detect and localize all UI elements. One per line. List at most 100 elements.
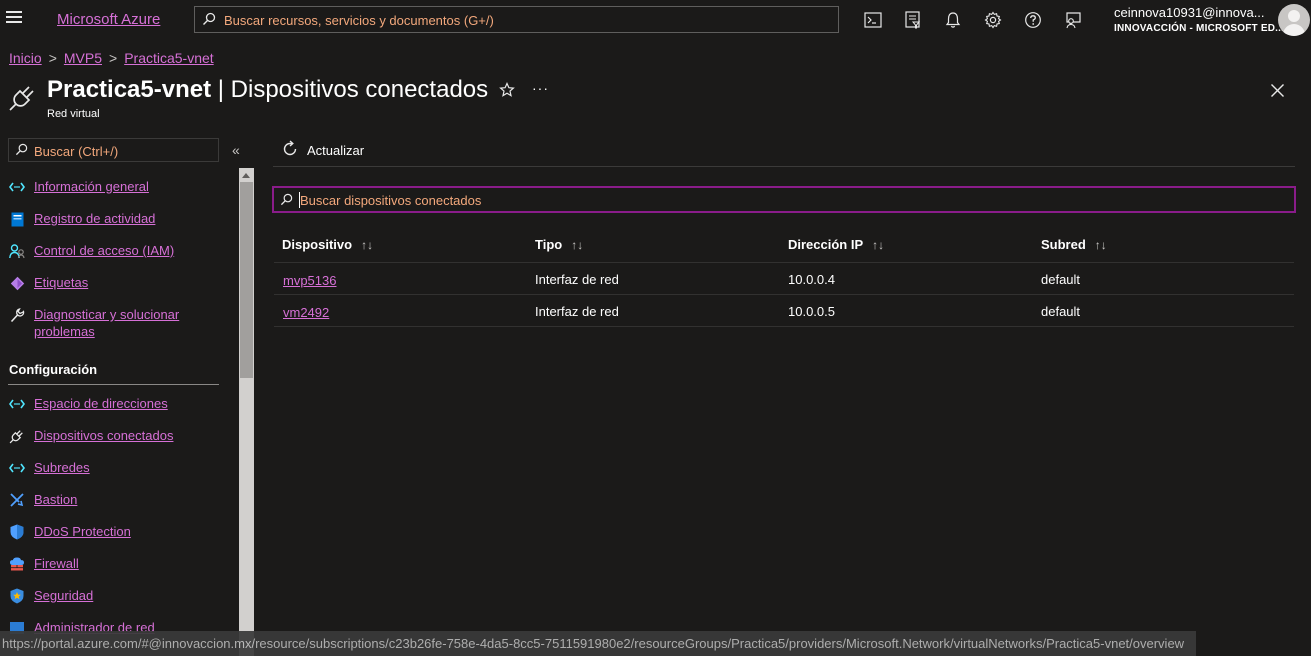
cloud-shell-icon[interactable] <box>862 10 884 30</box>
sidebar-item-address-space[interactable]: Espacio de direcciones <box>8 395 209 412</box>
column-header-type[interactable]: Tipo ↑↓ <box>535 237 583 252</box>
resource-type: Red virtual <box>47 108 100 120</box>
breadcrumb-mvp5[interactable]: MVP5 <box>64 50 102 66</box>
directory-filter-icon[interactable] <box>902 10 924 30</box>
breadcrumb: Inicio > MVP5 > Practica5-vnet <box>9 50 214 66</box>
wrench-icon <box>8 307 26 323</box>
sidebar-item-label: Subredes <box>34 460 90 475</box>
column-header-label: Subred <box>1041 237 1086 252</box>
column-header-label: Dispositivo <box>282 237 353 252</box>
menu-icon[interactable] <box>6 11 22 27</box>
sidebar-item-firewall[interactable]: Firewall <box>8 555 209 572</box>
breadcrumb-home[interactable]: Inicio <box>9 50 42 66</box>
sort-icon[interactable]: ↑↓ <box>361 238 373 252</box>
search-icon <box>280 193 293 209</box>
sidebar-item-label: Control de acceso (IAM) <box>34 243 175 258</box>
help-icon[interactable] <box>1022 10 1044 30</box>
feedback-icon[interactable] <box>1062 10 1084 30</box>
sidebar-item-label: DDoS Protection <box>34 524 131 539</box>
device-type: Interfaz de red <box>535 304 619 319</box>
sidebar-item-connected-devices[interactable]: Dispositivos conectados <box>8 427 209 444</box>
sidebar-item-subnets[interactable]: Subredes <box>8 459 209 476</box>
sidebar-item-label: Diagnosticar y solucionar problemas <box>34 307 180 339</box>
sort-icon[interactable]: ↑↓ <box>571 238 583 252</box>
sidebar-item-label: Dispositivos conectados <box>34 428 174 443</box>
sidebar-item-tags[interactable]: Etiquetas <box>8 274 209 291</box>
sort-icon[interactable]: ↑↓ <box>1095 238 1107 252</box>
address-space-icon <box>8 396 26 412</box>
refresh-button[interactable]: Actualizar <box>281 140 364 161</box>
plug-icon <box>8 82 38 115</box>
user-org: INNOVACCIÓN - MICROSOFT ED... <box>1114 23 1285 34</box>
iam-icon <box>8 243 26 259</box>
row-divider <box>274 326 1294 327</box>
sidebar-item-bastion[interactable]: Bastion <box>8 491 209 508</box>
activity-log-icon <box>8 211 26 227</box>
sidebar-item-activity-log[interactable]: Registro de actividad <box>8 210 209 227</box>
close-icon[interactable] <box>1270 83 1285 101</box>
section-divider <box>8 384 219 385</box>
bastion-icon <box>8 492 26 508</box>
column-header-device[interactable]: Dispositivo ↑↓ <box>282 237 373 252</box>
sidebar-item-security[interactable]: Seguridad <box>8 587 209 604</box>
menu-scrollbar[interactable] <box>239 168 254 656</box>
refresh-icon <box>281 140 299 161</box>
sidebar-item-iam[interactable]: Control de acceso (IAM) <box>8 242 209 259</box>
notifications-icon[interactable] <box>942 10 964 30</box>
row-divider <box>274 294 1294 295</box>
tag-icon <box>8 275 26 291</box>
account-menu[interactable]: ceinnova10931@innova... INNOVACCIÓN - MI… <box>1114 5 1285 34</box>
top-bar: Microsoft Azure Buscar recursos, servici… <box>0 0 1311 40</box>
menu-search-placeholder: Buscar (Ctrl+/) <box>34 144 119 159</box>
column-header-ip[interactable]: Dirección IP ↑↓ <box>788 237 884 252</box>
settings-icon[interactable] <box>982 10 1004 30</box>
global-search-placeholder: Buscar recursos, servicios y documentos … <box>224 13 494 28</box>
menu-search-input[interactable]: Buscar (Ctrl+/) <box>8 138 219 162</box>
devices-search-input[interactable]: Buscar dispositivos conectados <box>272 186 1296 213</box>
avatar[interactable] <box>1278 4 1310 36</box>
subnets-icon <box>8 460 26 476</box>
search-icon <box>202 12 216 29</box>
chevron-right-icon: > <box>109 50 118 66</box>
blade-name: Dispositivos conectados <box>230 76 489 103</box>
sidebar-item-label: Firewall <box>34 556 79 571</box>
sidebar-item-diagnose[interactable]: Diagnosticar y solucionar problemas <box>8 306 209 340</box>
scrollbar-thumb[interactable] <box>240 182 253 378</box>
collapse-menu-button[interactable]: « <box>232 142 240 158</box>
device-type: Interfaz de red <box>535 272 619 287</box>
link-status-bar: https://portal.azure.com/#@innovaccion.m… <box>0 631 1196 656</box>
resource-name: Practica5-vnet <box>47 76 212 103</box>
chevron-right-icon: > <box>48 50 57 66</box>
breadcrumb-vnet[interactable]: Practica5-vnet <box>124 50 213 66</box>
sidebar-item-label: Seguridad <box>34 588 94 603</box>
status-url: https://portal.azure.com/#@innovaccion.m… <box>2 636 1185 651</box>
sort-icon[interactable]: ↑↓ <box>872 238 884 252</box>
overview-icon <box>8 179 26 195</box>
search-icon <box>15 143 28 159</box>
column-header-label: Dirección IP <box>788 237 864 252</box>
brand-link[interactable]: Microsoft Azure <box>57 11 160 28</box>
user-email: ceinnova10931@innova... <box>1114 5 1265 20</box>
security-shield-icon <box>8 588 26 604</box>
favorite-star-icon[interactable] <box>499 82 515 101</box>
firewall-icon <box>8 556 26 572</box>
section-configuracion: Configuración <box>9 362 98 377</box>
device-ip: 10.0.0.5 <box>788 304 835 319</box>
refresh-label: Actualizar <box>307 143 365 158</box>
sidebar-item-ddos[interactable]: DDoS Protection <box>8 523 209 540</box>
sidebar-item-overview[interactable]: Información general <box>8 178 209 195</box>
resource-menu: Información general Registro de activida… <box>0 170 238 656</box>
global-search-input[interactable]: Buscar recursos, servicios y documentos … <box>194 6 839 33</box>
device-ip: 10.0.0.4 <box>788 272 835 287</box>
device-link[interactable]: vm2492 <box>283 305 329 320</box>
header-divider <box>274 262 1294 263</box>
sidebar-item-label: Registro de actividad <box>34 211 156 226</box>
column-header-label: Tipo <box>535 237 563 252</box>
title-separator: | <box>217 76 224 103</box>
more-options-button[interactable]: ··· <box>532 80 549 96</box>
sidebar-item-label: Información general <box>34 179 149 194</box>
column-header-subnet[interactable]: Subred ↑↓ <box>1041 237 1107 252</box>
plug-icon <box>8 428 26 444</box>
device-link[interactable]: mvp5136 <box>283 273 336 288</box>
scroll-up-icon[interactable] <box>242 173 250 178</box>
